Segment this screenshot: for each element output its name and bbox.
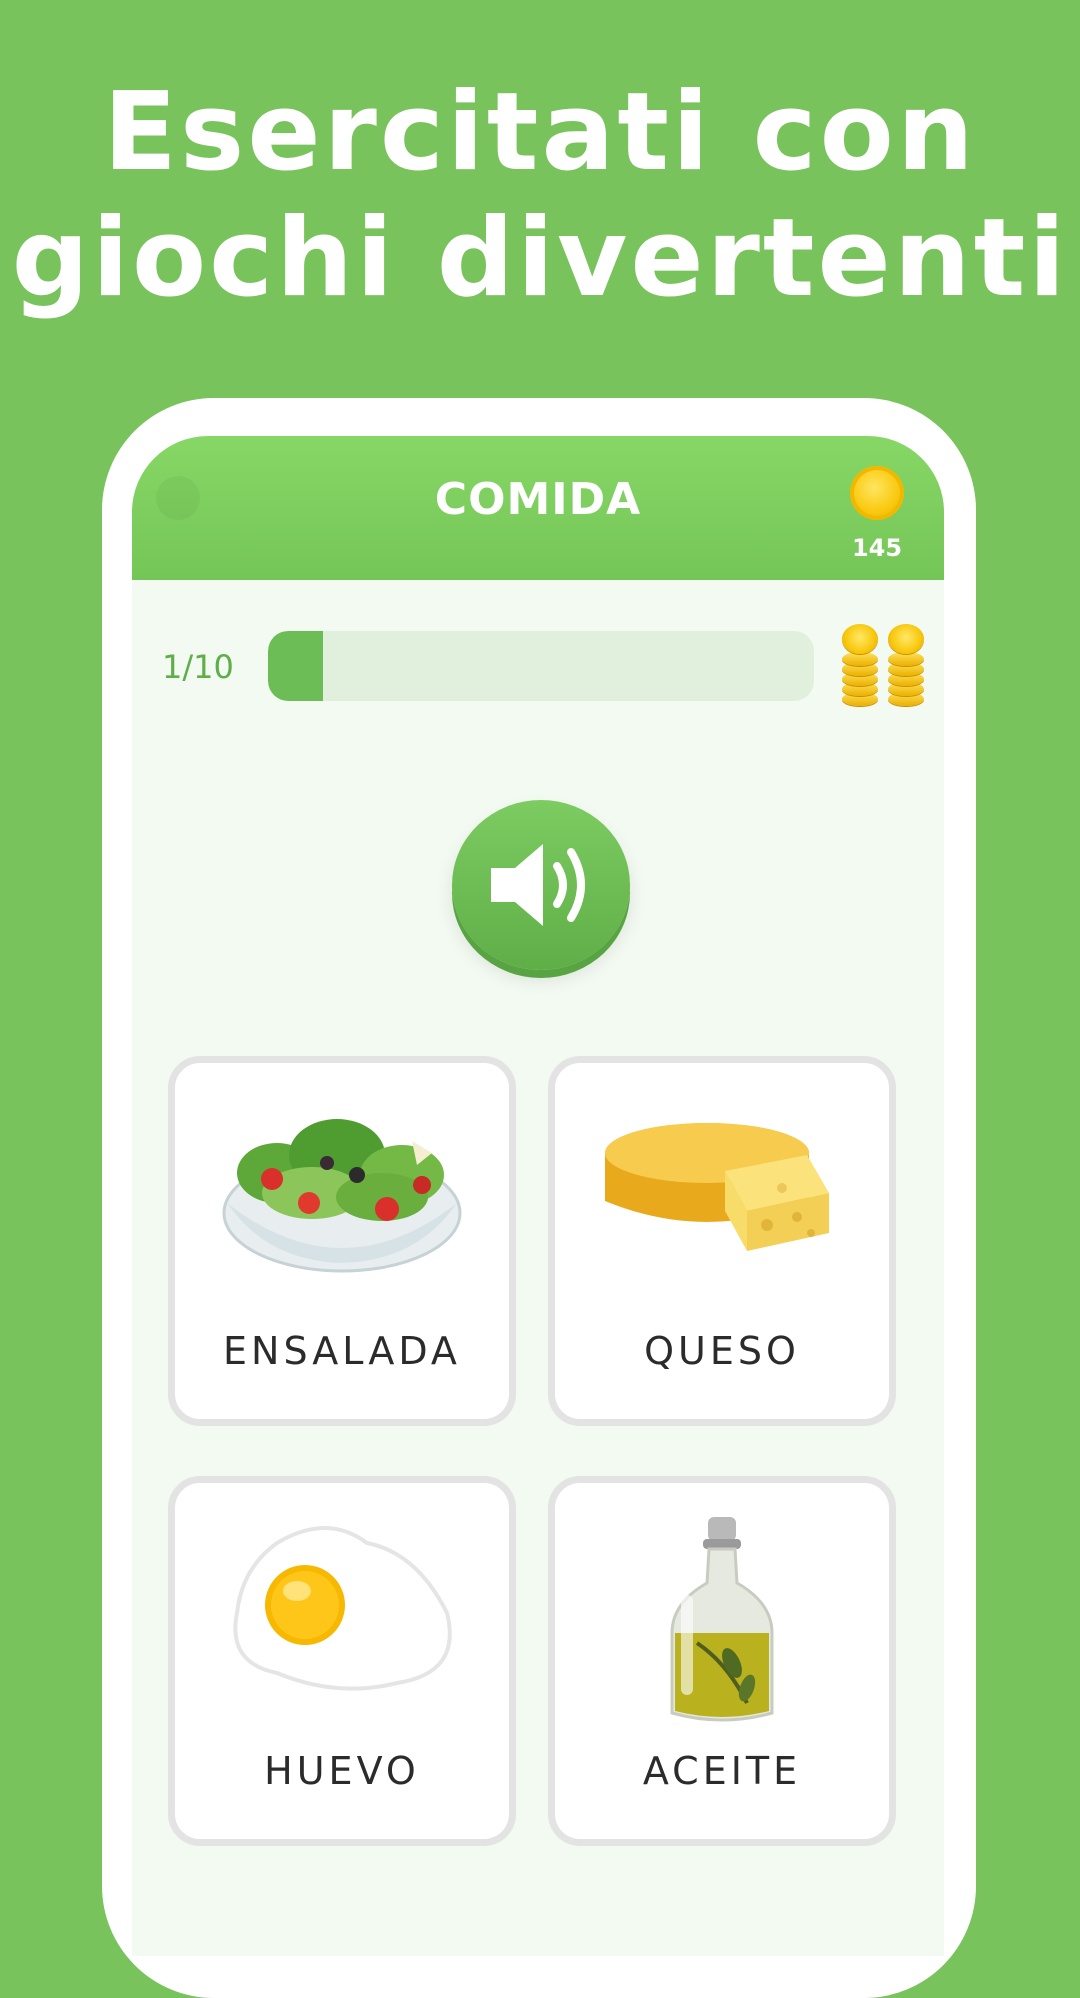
answer-label: HUEVO <box>264 1749 420 1793</box>
headline: Esercitati con giochi divertenti <box>0 70 1080 322</box>
answer-card-queso[interactable]: QUESO <box>548 1056 896 1426</box>
oil-bottle-icon <box>670 1517 774 1722</box>
progress-bar <box>268 631 814 701</box>
headline-line-2: giochi divertenti <box>11 196 1069 321</box>
answer-card-huevo[interactable]: HUEVO <box>168 1476 516 1846</box>
answer-label: QUESO <box>644 1329 800 1373</box>
game-header: COMIDA 145 <box>132 436 944 580</box>
answer-card-ensalada[interactable]: ENSALADA <box>168 1056 516 1426</box>
play-sound-button[interactable] <box>452 800 630 970</box>
coin-icon <box>850 466 904 520</box>
answer-label: ENSALADA <box>223 1329 461 1373</box>
progress-fill <box>268 631 323 701</box>
cheese-icon <box>605 1123 829 1251</box>
coin-stack-icon <box>842 624 878 706</box>
category-title: COMIDA <box>434 474 642 525</box>
speaker-icon <box>491 844 585 926</box>
coin-count: 145 <box>851 534 903 562</box>
headline-line-1: Esercitati con <box>103 70 977 195</box>
progress-label: 1/10 <box>162 648 234 686</box>
answer-label: ACEITE <box>642 1749 802 1793</box>
coin-stack-icon <box>888 624 924 706</box>
fried-egg-icon <box>233 1526 452 1691</box>
answer-card-aceite[interactable]: ACEITE <box>548 1476 896 1846</box>
salad-icon <box>222 1119 462 1273</box>
